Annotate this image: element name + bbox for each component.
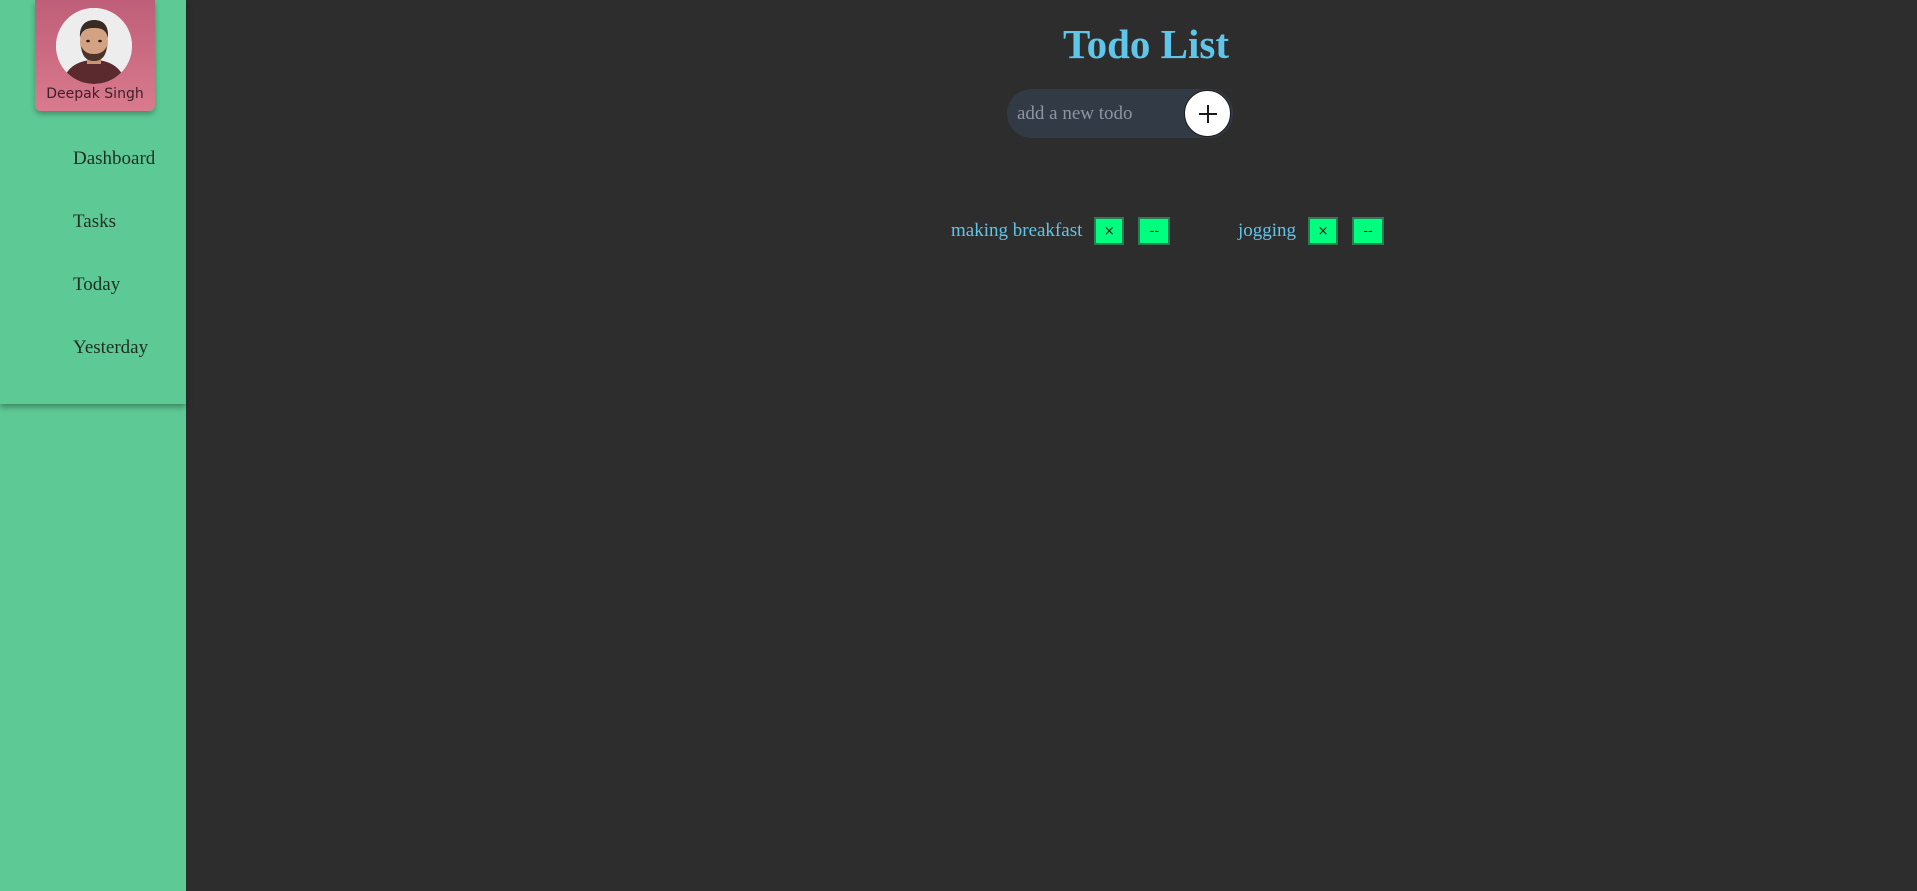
delete-todo-button[interactable]: ×	[1094, 217, 1125, 245]
plus-icon	[1199, 105, 1217, 123]
page-title: Todo List	[1063, 21, 1229, 67]
edit-todo-button[interactable]: --	[1352, 217, 1385, 245]
todo-item: jogging × --	[1238, 216, 1398, 246]
delete-todo-button[interactable]: ×	[1308, 217, 1339, 245]
todo-text: making breakfast	[951, 220, 1083, 241]
edit-todo-button[interactable]: --	[1138, 217, 1171, 245]
add-todo-form	[1007, 89, 1233, 138]
todo-item: making breakfast × --	[951, 216, 1184, 246]
sidebar-nav: Dashboard Tasks Today Yesterday	[73, 148, 155, 400]
sidebar-item-tasks[interactable]: Tasks	[73, 211, 155, 274]
sidebar-item-today[interactable]: Today	[73, 274, 155, 337]
sidebar-item-yesterday[interactable]: Yesterday	[73, 337, 155, 400]
todo-input[interactable]	[1015, 97, 1189, 131]
add-todo-button[interactable]	[1184, 90, 1231, 137]
profile-name: Deepak Singh	[46, 86, 144, 102]
todo-text: jogging	[1238, 220, 1297, 241]
sidebar-item-dashboard[interactable]: Dashboard	[73, 148, 155, 211]
